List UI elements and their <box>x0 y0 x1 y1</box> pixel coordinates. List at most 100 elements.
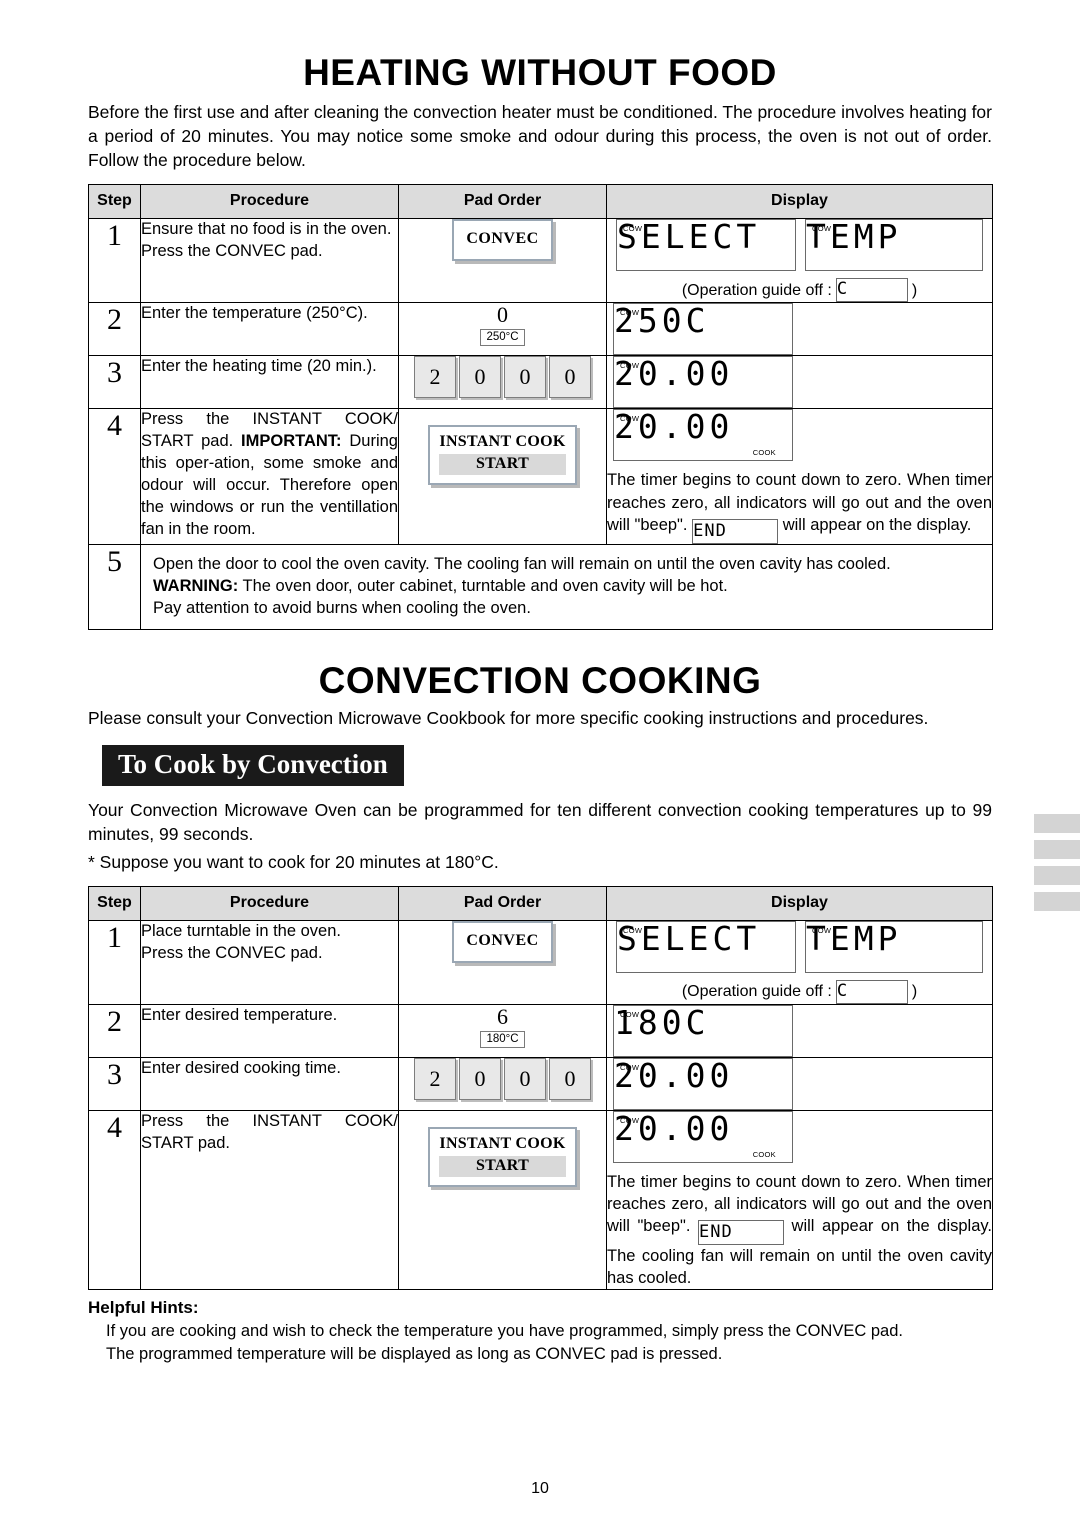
pad-line-2: START <box>439 454 566 476</box>
display-cell: COW 20.00 COOK The timer begins to count… <box>606 1110 993 1291</box>
section1-intro: Before the first use and after cleaning … <box>88 102 992 171</box>
pad-order-cell: INSTANT COOK START <box>398 408 607 545</box>
section2-title: CONVECTION COOKING <box>318 660 762 702</box>
page-side-tabs <box>1034 814 1080 918</box>
number-key-row: 2 0 0 0 <box>399 1058 606 1101</box>
convec-pad-button[interactable]: CONVEC <box>452 219 553 262</box>
lcd-text: C <box>836 279 850 300</box>
lcd-display-temp: COW TEMP <box>805 921 983 974</box>
timer-text-b: will appear on the display. <box>782 515 972 534</box>
key-number: 0 <box>497 302 508 328</box>
guide-suffix: ) <box>911 281 918 299</box>
number-key[interactable]: 0 <box>549 1058 591 1101</box>
cow-indicator: COW <box>620 1010 640 1020</box>
instant-cook-start-pad[interactable]: INSTANT COOK START <box>428 425 577 486</box>
guide-suffix: ) <box>911 983 918 1001</box>
procedure-text: Press the INSTANT COOK/ START pad. IMPOR… <box>140 408 399 545</box>
cow-indicator: COW <box>812 926 832 936</box>
cow-indicator: COW <box>620 361 640 371</box>
warning-label: WARNING: <box>153 576 239 595</box>
document-page: HEATING WITHOUT FOOD Before the first us… <box>0 0 1080 1526</box>
number-key[interactable]: 0 <box>459 1058 501 1101</box>
pad-order-cell: CONVEC <box>398 218 607 304</box>
display-description: The timer begins to count down to zero. … <box>607 1171 992 1289</box>
lcd-display-countdown: COW 20.00 COOK <box>613 409 793 462</box>
page-title: HEATING WITHOUT FOOD <box>303 52 777 93</box>
cow-indicator: COW <box>620 414 640 424</box>
side-tab <box>1034 866 1080 885</box>
table-row: 2 Enter the temperature (250°C). 0 250°C… <box>88 302 993 357</box>
hint-item: If you are cooking and wish to check the… <box>106 1322 903 1341</box>
pad-order-cell: 2 0 0 0 <box>398 355 607 410</box>
number-key[interactable]: 2 <box>414 1058 456 1101</box>
cow-indicator: COW <box>623 224 643 234</box>
section2-para2: * Suppose you want to cook for 20 minute… <box>88 851 499 872</box>
cow-indicator: COW <box>812 224 832 234</box>
number-key[interactable]: 0 <box>459 356 501 399</box>
side-tab <box>1034 892 1080 911</box>
number-key[interactable]: 0 <box>549 356 591 399</box>
header-step: Step <box>88 886 141 922</box>
lcd-guide-value: C <box>835 278 908 303</box>
lcd-display-select: COW SELECT <box>616 921 796 974</box>
instant-cook-start-pad[interactable]: INSTANT COOK START <box>428 1127 577 1188</box>
pad-order-cell: CONVEC <box>398 920 607 1006</box>
lcd-text: END <box>699 1222 733 1243</box>
heating-without-food-table: Step Procedure Pad Order Display 1 Ensur… <box>88 184 993 631</box>
procedure-text: Enter the temperature (250°C). <box>140 302 399 357</box>
cow-indicator: COW <box>623 926 643 936</box>
subsection-heading: To Cook by Convection <box>102 744 404 786</box>
table-row: 2 Enter desired temperature. 6 180°C COW… <box>88 1004 993 1059</box>
lcd-display-countdown: COW 20.00 COOK <box>613 1111 793 1164</box>
pad-line-1: INSTANT COOK <box>439 433 566 451</box>
lcd-end-indicator: END <box>698 1220 784 1246</box>
warning-text: The oven door, outer cabinet, turntable … <box>238 576 728 595</box>
number-key[interactable]: 2 <box>414 356 456 399</box>
hints-title: Helpful Hints: <box>88 1298 199 1318</box>
procedure-text: Enter desired cooking time. <box>140 1057 399 1112</box>
header-pad-order: Pad Order <box>398 886 607 922</box>
step-number: 1 <box>88 218 141 304</box>
header-step: Step <box>88 184 141 220</box>
step-number: 3 <box>88 355 141 410</box>
important-label: IMPORTANT: <box>241 432 342 451</box>
procedure-text: Enter the heating time (20 min.). <box>140 355 399 410</box>
display-description: The timer begins to count down to zero. … <box>607 469 992 544</box>
lcd-text: C <box>836 981 850 1002</box>
warning-line-1: Open the door to cool the oven cavity. T… <box>153 554 891 573</box>
cow-indicator: COW <box>620 308 640 318</box>
pad-order-cell: 0 250°C <box>398 302 607 357</box>
key-number: 6 <box>497 1004 508 1030</box>
lcd-guide-value: C <box>835 980 908 1005</box>
procedure-text: Ensure that no food is in the oven. Pres… <box>140 218 399 304</box>
lcd-end-indicator: END <box>692 518 779 544</box>
pad-order-cell: 6 180°C <box>398 1004 607 1059</box>
cow-indicator: COW <box>620 1063 640 1073</box>
step-number: 1 <box>88 920 141 1006</box>
pad-line-1: INSTANT COOK <box>439 1135 566 1153</box>
pad-order-cell: 2 0 0 0 <box>398 1057 607 1112</box>
number-key-row: 2 0 0 0 <box>399 356 606 399</box>
cook-indicator: COOK <box>752 448 776 458</box>
step-number: 2 <box>88 1004 141 1059</box>
number-key[interactable]: 0 <box>504 1058 546 1101</box>
number-key[interactable]: 0 <box>504 356 546 399</box>
procedure-text: Place turntable in the oven. Press the C… <box>140 920 399 1006</box>
key-label: 250°C <box>480 329 525 347</box>
table-row: 3 Enter desired cooking time. 2 0 0 0 CO… <box>88 1057 993 1112</box>
step-number: 4 <box>88 408 141 545</box>
procedure-text: Enter desired temperature. <box>140 1004 399 1059</box>
convec-pad-button[interactable]: CONVEC <box>452 921 553 964</box>
section2-intro: Please consult your Convection Microwave… <box>88 708 929 729</box>
procedure-text: Open the door to cool the oven cavity. T… <box>140 543 993 631</box>
table-row: 3 Enter the heating time (20 min.). 2 0 … <box>88 355 993 410</box>
lcd-text: END <box>693 520 727 541</box>
table-row: 4 Press the INSTANT COOK/ START pad. IMP… <box>88 408 993 545</box>
temperature-key[interactable]: 0 250°C <box>480 302 525 347</box>
lcd-display-temp: COW TEMP <box>805 219 983 272</box>
cow-indicator: COW <box>620 1116 640 1126</box>
step-number: 2 <box>88 302 141 357</box>
temperature-key[interactable]: 6 180°C <box>480 1004 525 1049</box>
table-row: 5 Open the door to cool the oven cavity.… <box>88 543 993 631</box>
table-row: 1 Ensure that no food is in the oven. Pr… <box>88 218 993 304</box>
